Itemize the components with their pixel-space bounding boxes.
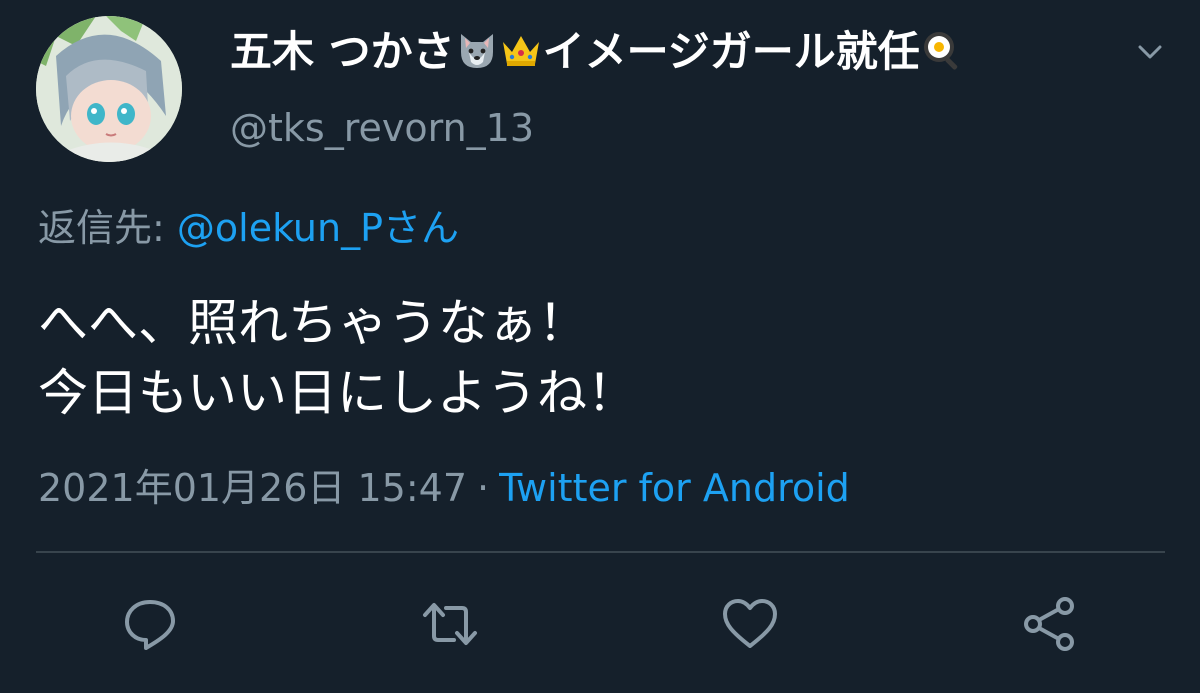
- crown-icon: [502, 36, 539, 66]
- reply-button[interactable]: [120, 594, 180, 654]
- reply-icon: [125, 600, 175, 650]
- timestamp[interactable]: 2021年01月26日 15:47: [38, 466, 467, 510]
- retweet-button[interactable]: [420, 594, 480, 654]
- author-handle[interactable]: @tks_revorn_13: [230, 104, 534, 152]
- reply-label: 返信先:: [38, 206, 165, 250]
- like-icon: [723, 599, 777, 648]
- like-button[interactable]: [720, 594, 780, 654]
- share-button[interactable]: [1020, 594, 1080, 654]
- tweet-text-line: 今日もいい日にしようね！: [38, 364, 637, 422]
- retweet-icon: [423, 603, 477, 645]
- source-link[interactable]: Twitter for Android: [499, 466, 850, 510]
- chevron-down-icon[interactable]: [1132, 34, 1168, 70]
- author-name-suffix: イメージガール就任: [542, 27, 920, 76]
- avatar-illustration: [36, 16, 182, 162]
- divider: [36, 551, 1165, 553]
- tweet-meta: 2021年01月26日 15:47 · Twitter for Android: [38, 464, 850, 512]
- wolf-face-icon: [460, 34, 493, 68]
- frying-pan-egg-icon: [923, 32, 958, 70]
- author-name[interactable]: 五木 つかさ イメージガール就任: [230, 26, 964, 78]
- tweet-text: へへ、照れちゃうなぁ！ 今日もいい日にしようね！: [38, 288, 637, 428]
- meta-separator: ·: [477, 466, 490, 510]
- reply-context: 返信先: @olekun_Pさん: [38, 204, 459, 252]
- avatar[interactable]: [36, 16, 182, 162]
- reply-target-link[interactable]: @olekun_Pさん: [177, 206, 459, 250]
- author-name-text: 五木 つかさ: [230, 27, 455, 76]
- tweet-text-line: へへ、照れちゃうなぁ！: [38, 294, 588, 352]
- share-icon: [1024, 597, 1074, 651]
